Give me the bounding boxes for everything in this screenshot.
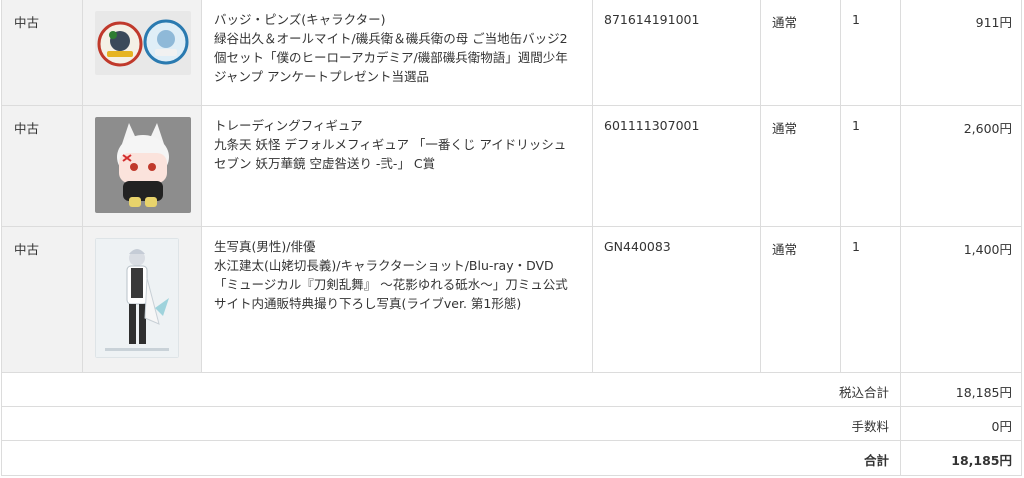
table-row: 中古 バッジ・ピンズ(キャラクター) 緑谷出久＆オールマイト/磯兵衛＆磯兵衛の母… bbox=[1, 0, 1022, 106]
product-image-badges[interactable] bbox=[95, 11, 191, 75]
description-cell: トレーディングフィギュア 九条天 妖怪 デフォルメフィギュア 「一番くじ アイド… bbox=[201, 105, 593, 227]
product-title[interactable]: 緑谷出久＆オールマイト/磯兵衛＆磯兵衛の母 ご当地缶バッジ2個セット「僕のヒーロ… bbox=[214, 29, 578, 86]
price: 1,400円 bbox=[900, 226, 1022, 373]
purchase-type: 通常 bbox=[760, 0, 841, 106]
product-image-photo[interactable] bbox=[95, 238, 179, 358]
purchase-type: 通常 bbox=[760, 105, 841, 227]
condition-label: 中古 bbox=[14, 242, 40, 257]
product-image-figure[interactable] bbox=[95, 117, 191, 213]
product-title[interactable]: 水江建太(山姥切長義)/キャラクターショット/Blu-ray・DVD「ミュージカ… bbox=[214, 256, 578, 313]
table-row: 中古 トレーディングフィギュア 九条天 妖怪 デフォルメフィギュア 「一番くじ … bbox=[1, 105, 1022, 227]
thumbnail-cell bbox=[82, 226, 202, 373]
condition-cell: 中古 bbox=[1, 0, 83, 106]
condition-label: 中古 bbox=[14, 121, 40, 136]
price: 911円 bbox=[900, 0, 1022, 106]
quantity: 1 bbox=[840, 226, 901, 373]
fee-label: 手数料 bbox=[1, 406, 901, 441]
tax-included-total-label: 税込合計 bbox=[1, 372, 901, 407]
table-row: 中古 生写真(男性)/俳優 水江建太(山姥切長義)/キャラクターショット/Blu… bbox=[1, 226, 1022, 373]
price: 2,600円 bbox=[900, 105, 1022, 227]
condition-cell: 中古 bbox=[1, 105, 83, 227]
condition-cell: 中古 bbox=[1, 226, 83, 373]
grand-total-row: 合計 18,185円 bbox=[1, 440, 1022, 476]
quantity: 1 bbox=[840, 105, 901, 227]
tax-included-total-value: 18,185円 bbox=[900, 372, 1022, 407]
description-cell: バッジ・ピンズ(キャラクター) 緑谷出久＆オールマイト/磯兵衛＆磯兵衛の母 ご当… bbox=[201, 0, 593, 106]
fee-row: 手数料 0円 bbox=[1, 406, 1022, 441]
product-category: 生写真(男性)/俳優 bbox=[214, 239, 316, 254]
tax-included-total-row: 税込合計 18,185円 bbox=[1, 372, 1022, 407]
product-code: GN440083 bbox=[592, 226, 761, 373]
grand-total-value: 18,185円 bbox=[900, 440, 1022, 476]
condition-label: 中古 bbox=[14, 15, 40, 30]
product-category: トレーディングフィギュア bbox=[214, 118, 363, 133]
thumbnail-cell bbox=[82, 0, 202, 106]
fee-value: 0円 bbox=[900, 406, 1022, 441]
product-category: バッジ・ピンズ(キャラクター) bbox=[214, 12, 386, 27]
description-cell: 生写真(男性)/俳優 水江建太(山姥切長義)/キャラクターショット/Blu-ra… bbox=[201, 226, 593, 373]
purchase-type: 通常 bbox=[760, 226, 841, 373]
product-code: 871614191001 bbox=[592, 0, 761, 106]
product-code: 601111307001 bbox=[592, 105, 761, 227]
order-items-table: 中古 バッジ・ピンズ(キャラクター) 緑谷出久＆オールマイト/磯兵衛＆磯兵衛の母… bbox=[1, 0, 1022, 476]
quantity: 1 bbox=[840, 0, 901, 106]
product-title[interactable]: 九条天 妖怪 デフォルメフィギュア 「一番くじ アイドリッシュセブン 妖万華鏡 … bbox=[214, 135, 578, 173]
grand-total-label: 合計 bbox=[1, 440, 901, 476]
thumbnail-cell bbox=[82, 105, 202, 227]
